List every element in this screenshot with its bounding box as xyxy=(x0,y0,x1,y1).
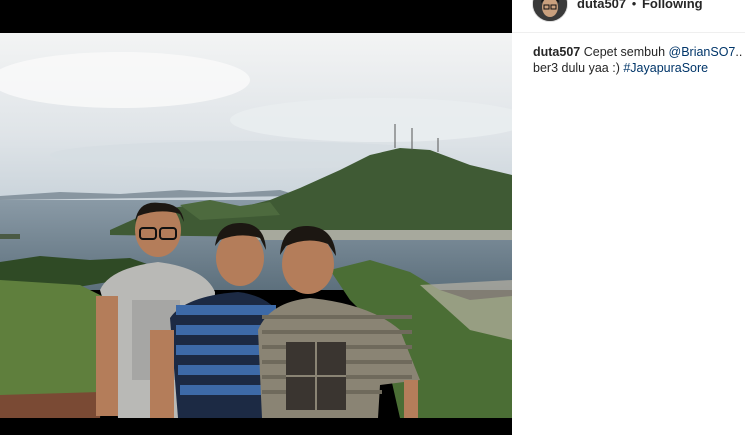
photo-image xyxy=(0,0,512,435)
caption-text-after: .. Ph xyxy=(735,45,745,59)
post-photo[interactable] xyxy=(0,0,512,435)
caption-mention[interactable]: @BrianSO7 xyxy=(669,45,736,59)
caption-username[interactable]: duta507 xyxy=(533,45,580,59)
post-caption: duta507 Cepet sembuh @BrianSO7.. Ph ber3… xyxy=(533,44,745,76)
caption-line2-text: ber3 dulu yaa :) xyxy=(533,61,624,75)
header-username[interactable]: duta507 xyxy=(577,0,626,11)
header-separator: • xyxy=(631,0,637,11)
header-text: duta507 • Following xyxy=(577,0,703,11)
post-sidebar: duta507 • Following duta507 Cepet sembuh… xyxy=(512,0,745,435)
caption-hashtag[interactable]: #JayapuraSore xyxy=(623,61,708,75)
caption-line2: ber3 dulu yaa :) #JayapuraSore xyxy=(533,60,745,76)
avatar-image xyxy=(533,0,567,21)
following-button[interactable]: Following xyxy=(642,0,703,11)
avatar[interactable] xyxy=(532,0,568,22)
post-header: duta507 • Following xyxy=(512,0,745,33)
caption-text-before: Cepet sembuh xyxy=(580,45,669,59)
